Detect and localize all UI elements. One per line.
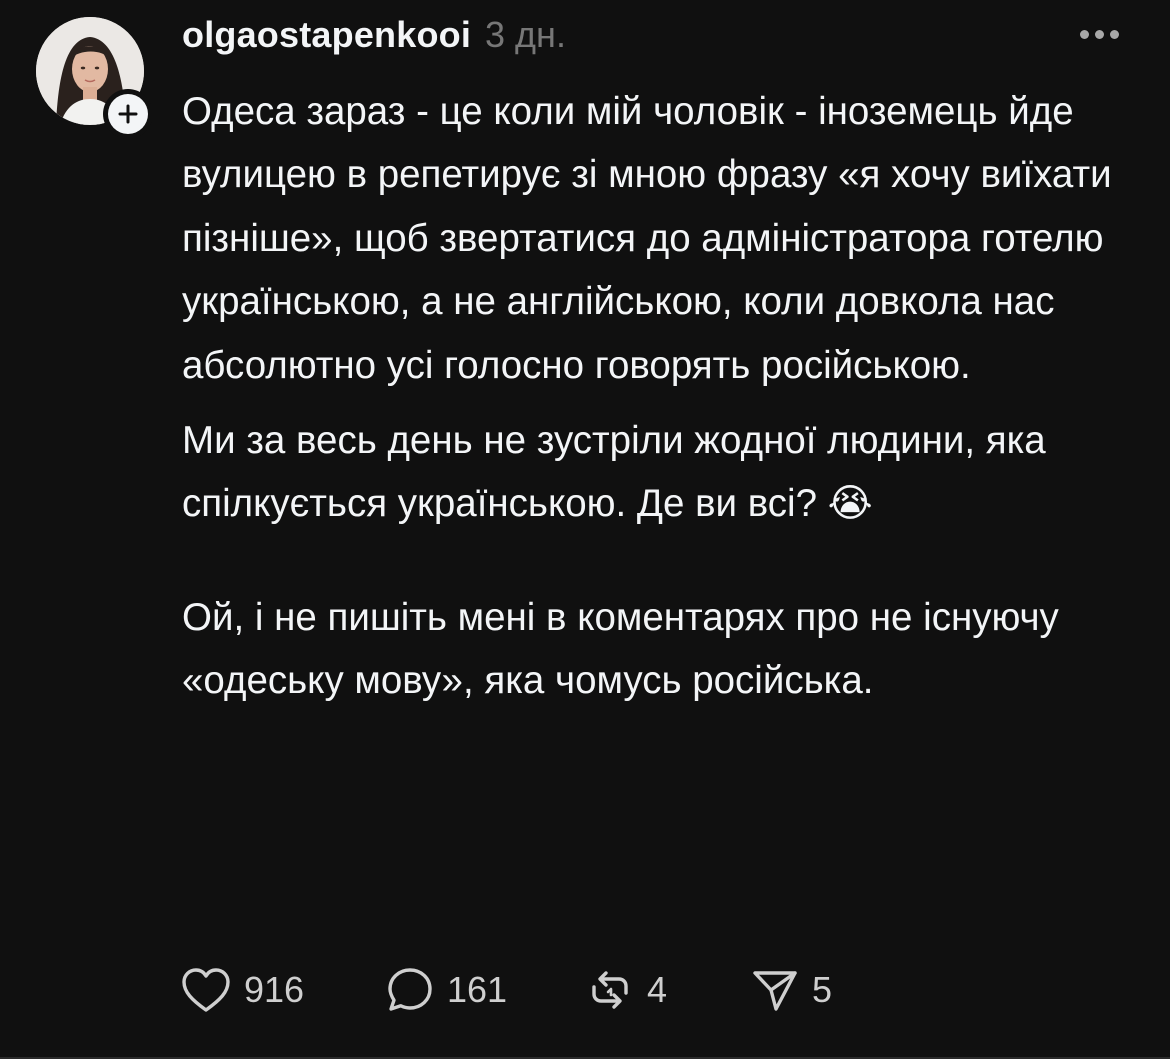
comment-count: 161 (447, 969, 508, 1010)
like-button[interactable]: 916 (180, 966, 385, 1014)
timestamp[interactable]: 3 дн. (485, 14, 566, 56)
post-body: Одеса зараз - це коли мій чоловік - іноз… (182, 80, 1142, 713)
repost-button[interactable]: 4 (585, 965, 750, 1015)
more-horizontal-icon[interactable] (1080, 30, 1119, 39)
share-button[interactable]: 5 (750, 965, 870, 1015)
like-count: 916 (244, 969, 305, 1010)
follow-button[interactable] (103, 89, 153, 139)
plus-icon[interactable] (108, 94, 148, 134)
avatar-container[interactable] (36, 17, 153, 139)
action-bar: 916 161 4 5 (180, 960, 870, 1020)
post-paragraph: Ми за весь день не зустріли жодної людин… (182, 419, 1046, 526)
repost-count: 4 (647, 969, 668, 1010)
comment-button[interactable]: 161 (385, 965, 585, 1015)
repost-icon (592, 971, 628, 1009)
share-count: 5 (812, 969, 833, 1010)
username[interactable]: olgaostapenkooi (182, 14, 471, 56)
comment-bubble-icon (388, 968, 432, 1011)
heart-icon (182, 968, 230, 1012)
post-paragraph: Ой, і не пишіть мені в коментарях про не… (182, 595, 1059, 703)
send-icon (753, 971, 797, 1011)
post-header: olgaostapenkooi 3 дн. (182, 14, 566, 70)
post-paragraph: Одеса зараз - це коли мій чоловік - іноз… (182, 90, 1112, 387)
